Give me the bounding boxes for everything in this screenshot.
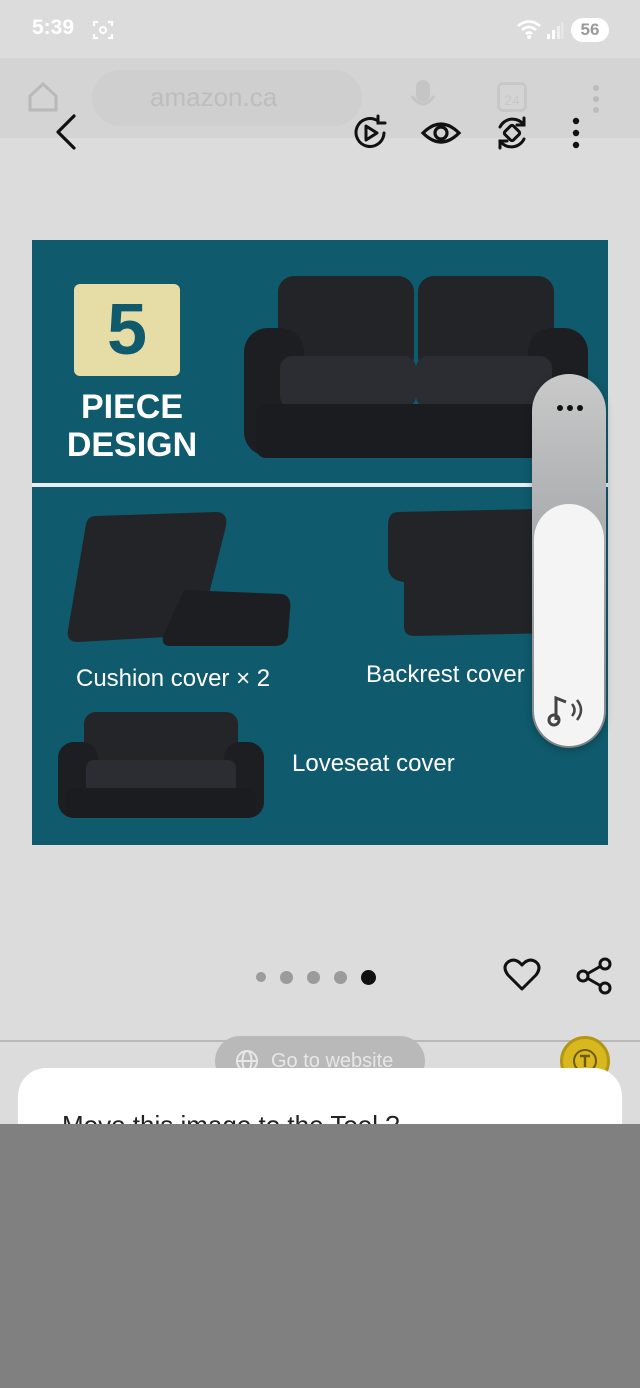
more-icon[interactable] xyxy=(562,113,590,153)
eye-icon[interactable] xyxy=(420,113,462,153)
pager-dot[interactable] xyxy=(334,970,347,984)
loveseat-cover-label: Loveseat cover xyxy=(292,750,455,777)
heading-line-2: DESIGN xyxy=(66,426,198,464)
volume-panel[interactable] xyxy=(532,374,606,748)
image-divider xyxy=(32,483,608,487)
badge-number: 5 xyxy=(74,284,180,376)
microphone-icon[interactable] xyxy=(410,78,436,116)
wifi-icon xyxy=(517,20,541,39)
pager-dot[interactable] xyxy=(307,970,320,984)
browser-menu-icon[interactable] xyxy=(592,84,600,114)
loveseat-cover-illustration xyxy=(58,712,264,818)
screen-scrim xyxy=(0,1124,640,1388)
volume-more-icon[interactable] xyxy=(555,404,585,412)
home-icon[interactable] xyxy=(26,80,60,114)
music-volume-icon[interactable] xyxy=(546,690,590,730)
cushion-cover-illustration xyxy=(67,512,291,646)
rotate-icon[interactable] xyxy=(492,113,532,153)
product-image[interactable]: 5 PIECE DESIGN Cushion cover × 2 Backres… xyxy=(32,240,608,845)
share-icon[interactable] xyxy=(574,956,614,996)
back-icon[interactable] xyxy=(48,112,88,152)
play-icon[interactable] xyxy=(350,113,390,153)
screenshot-icon xyxy=(92,20,114,40)
status-time: 5:39 xyxy=(32,16,75,39)
tabs-count-icon[interactable]: 24 xyxy=(497,82,527,112)
heading-line-1: PIECE xyxy=(80,388,184,426)
backrest-cover-label: Backrest cover xyxy=(366,661,525,688)
pager-dot-active[interactable] xyxy=(361,969,376,985)
piece-design-heading: PIECE DESIGN xyxy=(62,388,202,464)
pager-dot[interactable] xyxy=(280,970,293,984)
image-pager[interactable] xyxy=(256,968,376,986)
url-text: amazon.ca xyxy=(150,82,278,112)
signal-icon xyxy=(547,22,564,39)
cushion-cover-label: Cushion cover × 2 xyxy=(76,665,271,692)
pager-dot[interactable] xyxy=(256,972,266,982)
heart-icon[interactable] xyxy=(502,955,542,995)
battery-icon: 56 xyxy=(571,18,609,42)
